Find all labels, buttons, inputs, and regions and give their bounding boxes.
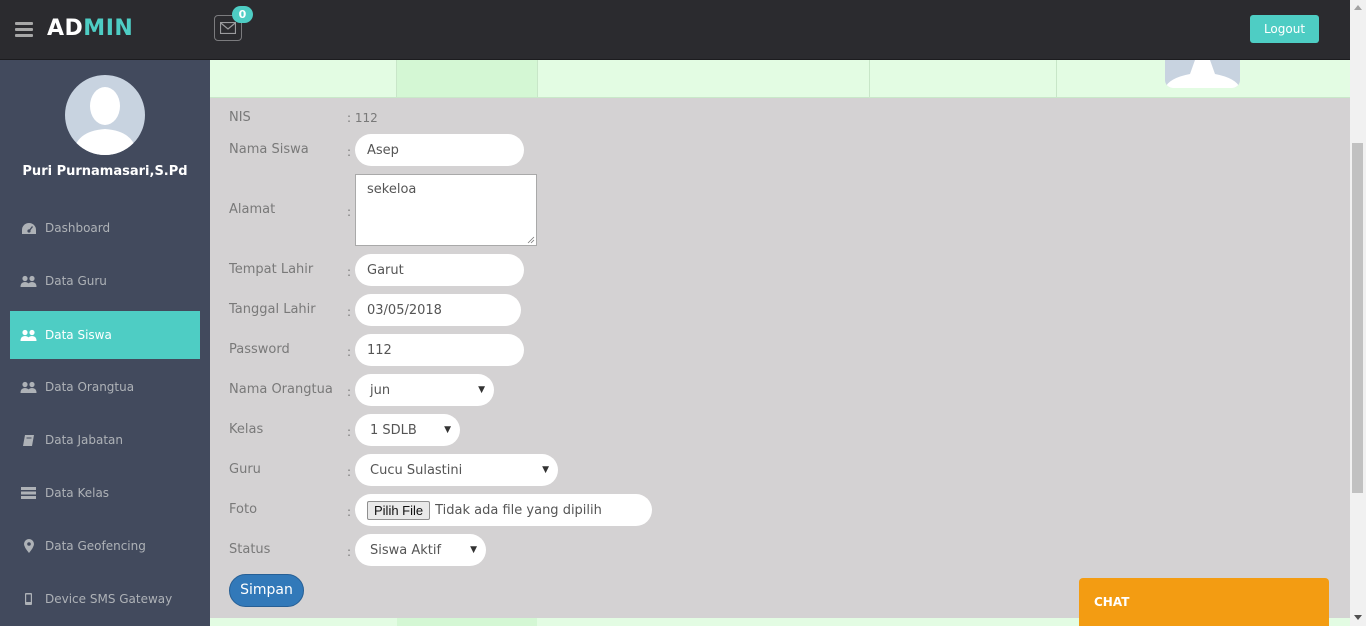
users-icon bbox=[20, 381, 37, 394]
server-icon bbox=[20, 487, 37, 499]
alamat-label: Alamat bbox=[229, 202, 276, 217]
alamat-textarea[interactable]: sekeloa bbox=[355, 174, 537, 246]
top-bar: ADMIN 0 Logout bbox=[0, 0, 1350, 60]
sidebar-item-label: Dashboard bbox=[45, 221, 111, 235]
map-marker-icon bbox=[20, 539, 37, 553]
nis-value: : 112 bbox=[347, 111, 378, 125]
kelas-label: Kelas bbox=[229, 422, 264, 437]
sidebar-item-data-geofencing[interactable]: Data Geofencing bbox=[10, 522, 200, 570]
dropdown-arrow-icon: ▼ bbox=[470, 545, 477, 555]
sidebar-item-dashboard[interactable]: Dashboard bbox=[10, 204, 200, 252]
sidebar-item-device-sms-gateway[interactable]: Device SMS Gateway bbox=[10, 575, 200, 623]
envelope-icon bbox=[220, 22, 236, 34]
chat-widget[interactable]: CHAT bbox=[1079, 578, 1329, 626]
dropdown-arrow-icon: ▼ bbox=[444, 425, 451, 435]
sidebar-item-label: Data Orangtua bbox=[45, 380, 135, 394]
sidebar-item-data-guru[interactable]: Data Guru bbox=[10, 257, 200, 305]
student-photo-thumbnail bbox=[1165, 60, 1240, 88]
chat-label: CHAT bbox=[1094, 595, 1130, 609]
scroll-up-icon[interactable] bbox=[1354, 5, 1362, 10]
nama-orangtua-select[interactable]: jun ▼ bbox=[355, 374, 494, 406]
book-icon bbox=[20, 434, 37, 447]
brand-logo[interactable]: ADMIN bbox=[47, 16, 133, 41]
sidebar-item-label: Data Geofencing bbox=[45, 539, 146, 553]
guru-label: Guru bbox=[229, 462, 261, 477]
mobile-icon bbox=[20, 593, 37, 605]
tanggal-lahir-label: Tanggal Lahir bbox=[229, 302, 316, 317]
nama-siswa-input[interactable]: Asep bbox=[355, 134, 524, 166]
user-silhouette-icon bbox=[73, 87, 137, 155]
users-icon bbox=[20, 329, 37, 342]
logout-button[interactable]: Logout bbox=[1250, 15, 1319, 43]
choose-file-button[interactable]: Pilih File bbox=[367, 500, 431, 520]
tempat-lahir-label: Tempat Lahir bbox=[229, 262, 314, 277]
scroll-down-icon[interactable] bbox=[1354, 615, 1362, 620]
sidebar-item-label: Data Kelas bbox=[45, 486, 110, 500]
foto-label: Foto bbox=[229, 502, 258, 517]
page-scrollbar[interactable] bbox=[1350, 0, 1366, 626]
dropdown-arrow-icon: ▼ bbox=[478, 385, 485, 395]
status-select[interactable]: Siswa Aktif ▼ bbox=[355, 534, 486, 566]
kelas-select[interactable]: 1 SDLB ▼ bbox=[355, 414, 460, 446]
sidebar-item-data-jabatan[interactable]: Data Jabatan bbox=[10, 416, 200, 464]
sidebar: Puri Purnamasari,S.Pd Dashboard Data Gur… bbox=[0, 60, 210, 626]
scrollbar-thumb[interactable] bbox=[1352, 143, 1363, 493]
message-count-badge: 0 bbox=[232, 6, 253, 23]
save-button[interactable]: Simpan bbox=[229, 574, 304, 607]
foto-file-input[interactable]: Pilih File Tidak ada file yang dipilih bbox=[355, 494, 652, 526]
menu-toggle-icon[interactable] bbox=[15, 22, 33, 38]
sidebar-item-label: Device SMS Gateway bbox=[45, 592, 173, 606]
main-content: NIS : 112 Nama Siswa : Asep Alamat : sek… bbox=[210, 60, 1350, 626]
resize-handle-icon[interactable] bbox=[527, 236, 535, 244]
table-row bbox=[210, 60, 1350, 98]
sidebar-item-label: Data Siswa bbox=[45, 328, 112, 342]
user-name: Puri Purnamasari,S.Pd bbox=[22, 164, 188, 179]
nis-label: NIS bbox=[229, 110, 251, 125]
dropdown-arrow-icon: ▼ bbox=[542, 465, 549, 475]
users-icon bbox=[20, 275, 37, 288]
password-input[interactable]: 112 bbox=[355, 334, 524, 366]
nama-siswa-label: Nama Siswa bbox=[229, 142, 309, 157]
tempat-lahir-input[interactable]: Garut bbox=[355, 254, 524, 286]
status-label: Status bbox=[229, 542, 271, 557]
sidebar-item-data-siswa[interactable]: Data Siswa bbox=[10, 311, 200, 359]
sidebar-item-data-kelas[interactable]: Data Kelas bbox=[10, 469, 200, 517]
nama-orangtua-label: Nama Orangtua bbox=[229, 382, 333, 397]
sidebar-item-label: Data Jabatan bbox=[45, 433, 123, 447]
sidebar-item-data-orangtua[interactable]: Data Orangtua bbox=[10, 363, 200, 411]
password-label: Password bbox=[229, 342, 290, 357]
user-avatar bbox=[65, 75, 145, 155]
guru-select[interactable]: Cucu Sulastini ▼ bbox=[355, 454, 558, 486]
file-status-text: Tidak ada file yang dipilih bbox=[435, 502, 602, 518]
student-edit-form: NIS : 112 Nama Siswa : Asep Alamat : sek… bbox=[210, 98, 1350, 618]
sidebar-item-label: Data Guru bbox=[45, 274, 107, 288]
dashboard-icon bbox=[20, 222, 37, 235]
tanggal-lahir-input[interactable]: 03/05/2018 bbox=[355, 294, 521, 326]
